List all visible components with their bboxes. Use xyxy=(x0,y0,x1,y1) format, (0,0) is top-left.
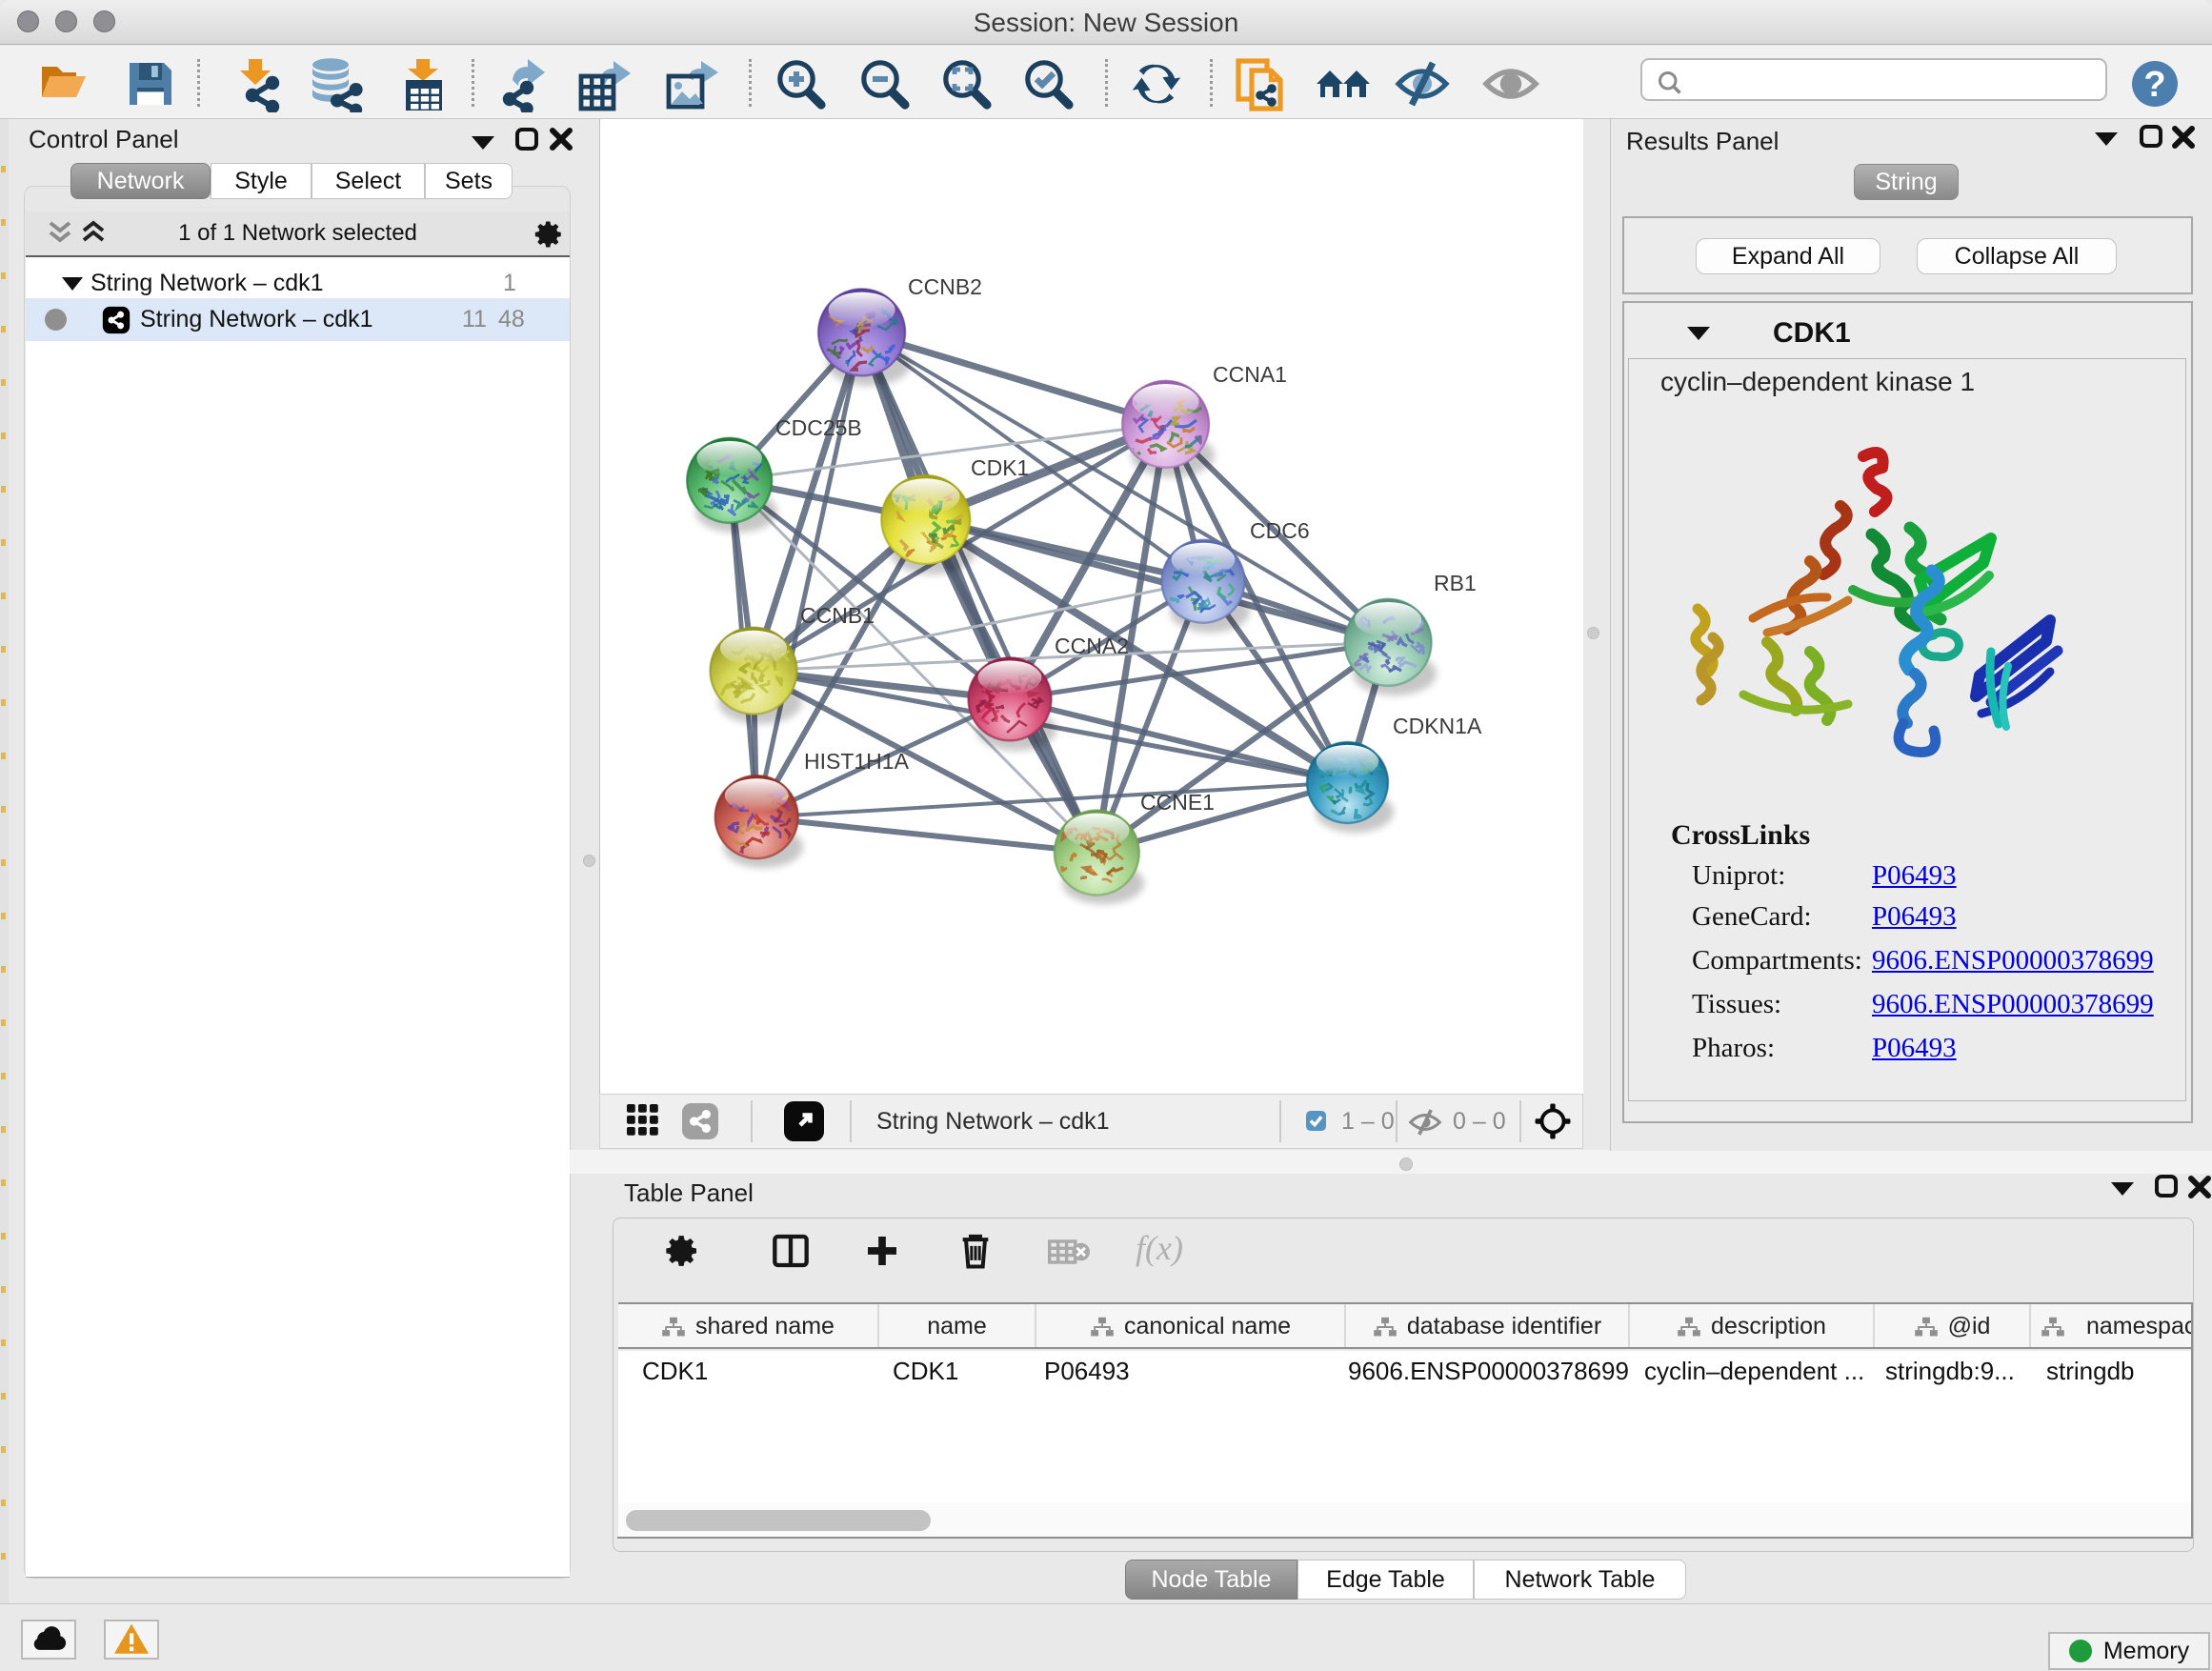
svg-text:CDK1: CDK1 xyxy=(971,455,1029,480)
svg-text:CCNE1: CCNE1 xyxy=(1140,790,1215,815)
svg-text:CCNA2: CCNA2 xyxy=(1055,634,1129,658)
svg-text:CCNB1: CCNB1 xyxy=(800,603,875,628)
svg-text:RB1: RB1 xyxy=(1434,571,1477,595)
svg-text:CDKN1A: CDKN1A xyxy=(1393,714,1482,738)
svg-text:CDC6: CDC6 xyxy=(1250,518,1310,543)
svg-text:HIST1H1A: HIST1H1A xyxy=(804,749,910,774)
svg-text:?: ? xyxy=(2143,65,2165,105)
svg-text:CDC25B: CDC25B xyxy=(775,415,862,440)
svg-text:CCNA1: CCNA1 xyxy=(1213,362,1287,387)
svg-text:CCNB2: CCNB2 xyxy=(908,274,982,299)
